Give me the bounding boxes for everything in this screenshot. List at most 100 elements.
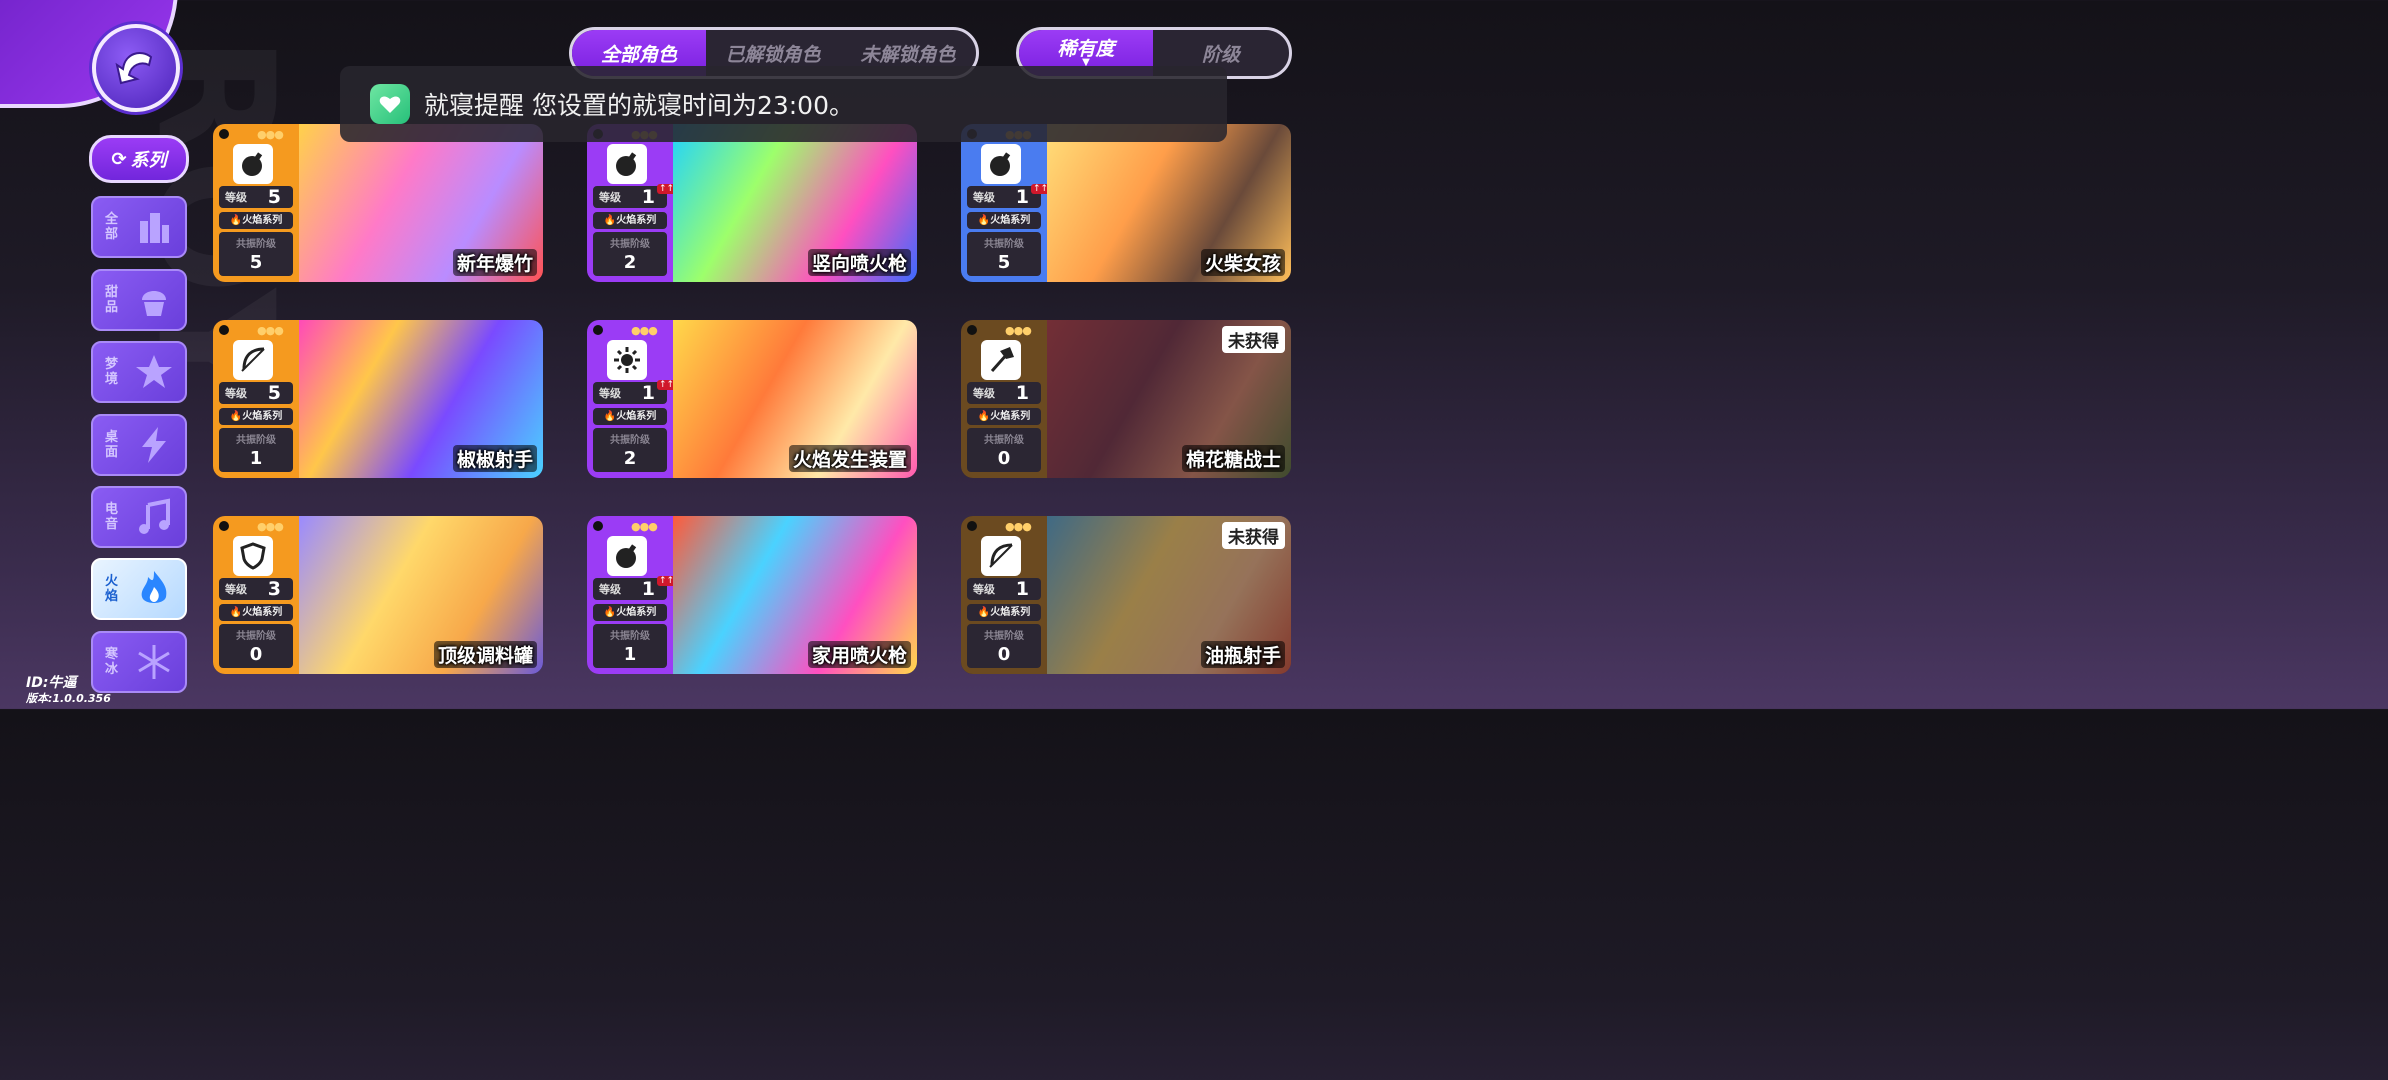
level-row: 等级 1 (967, 578, 1041, 600)
resonance-box: 共振阶级 0 (967, 428, 1041, 472)
resonance-value: 5 (249, 252, 263, 273)
bow-icon (981, 536, 1021, 576)
level-row: 等级 1 (593, 186, 667, 208)
series-label: 火焰系列 (616, 215, 657, 226)
rarity-stars-icon: ●●● (631, 520, 658, 533)
flame-icon: 🔥 (603, 215, 617, 226)
resonance-label: 共振阶级 (610, 631, 650, 642)
level-value: 1 (641, 578, 655, 600)
card-info-panel: ●●● 等级 1 🔥火焰系列 共振阶级 0 (961, 320, 1047, 478)
level-value: 1 (1015, 382, 1029, 404)
tab-rarity-label: 稀有度 (1057, 38, 1115, 60)
resonance-value: 1 (623, 644, 637, 665)
rarity-stars-icon: ●●● (257, 324, 284, 337)
card-info-panel: ●●● 等级 1 🔥火焰系列 共振阶级 0 (961, 516, 1047, 674)
sidebar-item-label: 全部 (105, 212, 119, 242)
series-tag: 🔥火焰系列 (593, 604, 667, 621)
sidebar-item-label: 桌面 (105, 430, 119, 460)
character-card[interactable]: ●●● 等级 3 🔥火焰系列 共振阶级 0 顶级调料罐 (213, 516, 543, 674)
bomb-icon (607, 144, 647, 184)
level-label: 等级 (599, 583, 621, 596)
version-text: 版本:1.0.0.356 (26, 692, 111, 705)
resonance-label: 共振阶级 (984, 631, 1024, 642)
corner-dot (967, 325, 977, 335)
flame-icon: 🔥 (229, 411, 243, 422)
character-name: 家用喷火枪 (807, 641, 911, 668)
corner-dot (593, 325, 603, 335)
resonance-box: 共振阶级 2 (593, 428, 667, 472)
back-button[interactable] (92, 24, 180, 112)
cupcake-icon (133, 279, 175, 321)
level-label: 等级 (973, 387, 995, 400)
bomb-icon (607, 536, 647, 576)
sun-icon (607, 340, 647, 380)
series-label: 火焰系列 (616, 411, 657, 422)
resonance-label: 共振阶级 (236, 239, 276, 250)
level-label: 等级 (599, 387, 621, 400)
series-label: 火焰系列 (616, 607, 657, 618)
character-name: 棉花糖战士 (1181, 445, 1285, 472)
sidebar-item-flame[interactable]: 火焰 (91, 558, 187, 620)
flame-icon (133, 568, 175, 610)
series-label: 火焰系列 (242, 411, 283, 422)
sidebar-item-star[interactable]: 梦境 (91, 341, 187, 403)
back-arrow-icon (115, 52, 153, 85)
star-icon (133, 351, 175, 393)
level-label: 等级 (599, 191, 621, 204)
level-row: 等级 1 (593, 578, 667, 600)
resonance-label: 共振阶级 (984, 239, 1024, 250)
card-info-panel: ●●● 等级 5 🔥火焰系列 共振阶级 5 (213, 124, 299, 282)
sidebar-item-label: 梦境 (105, 357, 119, 387)
refresh-icon: ⟳ (111, 148, 127, 170)
flame-icon: 🔥 (977, 607, 991, 618)
locked-badge: 未获得 (1222, 326, 1285, 353)
locked-badge: 未获得 (1222, 522, 1285, 549)
corner-dot (593, 521, 603, 531)
player-id: ID:牛逼 (26, 675, 77, 691)
snowflake-icon (133, 641, 175, 683)
series-tag: 🔥火焰系列 (593, 212, 667, 229)
character-name: 椒椒射手 (452, 445, 537, 472)
character-card[interactable]: ●●● 等级 5 🔥火焰系列 共振阶级 1 椒椒射手 (213, 320, 543, 478)
corner-dot (219, 325, 229, 335)
character-card[interactable]: ●●● 等级 1 ↑↑ 🔥火焰系列 共振阶级 1 家用喷火枪 (587, 516, 917, 674)
level-row: 等级 1 (967, 382, 1041, 404)
level-label: 等级 (225, 191, 247, 204)
character-card[interactable]: ●●● 等级 1 ↑↑ 🔥火焰系列 共振阶级 5 火柴女孩 (961, 124, 1291, 282)
bomb-icon (981, 144, 1021, 184)
sidebar-item-lightning[interactable]: 桌面 (91, 414, 187, 476)
character-card[interactable]: ●●● 等级 1 ↑↑ 🔥火焰系列 共振阶级 2 火焰发生装置 (587, 320, 917, 478)
card-info-panel: ●●● 等级 1 ↑↑ 🔥火焰系列 共振阶级 1 (587, 516, 677, 674)
bow-icon (233, 340, 273, 380)
resonance-value: 0 (249, 644, 263, 665)
sidebar-item-music-note[interactable]: 电音 (91, 486, 187, 548)
sidebar-item-label: 火焰 (105, 574, 119, 604)
character-card[interactable]: ●●● 等级 5 🔥火焰系列 共振阶级 5 新年爆竹 (213, 124, 543, 282)
resonance-box: 共振阶级 0 (219, 624, 293, 668)
character-card[interactable]: ●●● 等级 1 ↑↑ 🔥火焰系列 共振阶级 2 竖向喷火枪 (587, 124, 917, 282)
resonance-value: 0 (997, 644, 1011, 665)
resonance-label: 共振阶级 (984, 435, 1024, 446)
system-notification[interactable]: 就寝提醒 您设置的就寝时间为23:00。 (340, 66, 1227, 142)
resonance-box: 共振阶级 5 (219, 232, 293, 276)
series-tag: 🔥火焰系列 (219, 408, 293, 425)
footer-info: ID:牛逼 版本:1.0.0.356 (26, 676, 111, 706)
character-card[interactable]: ●●● 等级 1 🔥火焰系列 共振阶级 0 未获得 棉花糖战士 (961, 320, 1291, 478)
series-filter-button[interactable]: ⟳ 系列 (89, 135, 189, 183)
character-card[interactable]: ●●● 等级 1 🔥火焰系列 共振阶级 0 未获得 油瓶射手 (961, 516, 1291, 674)
app-icon (370, 84, 410, 124)
lightning-icon (133, 424, 175, 466)
sidebar-item-label: 寒冰 (105, 647, 119, 677)
sidebar-item-cupcake[interactable]: 甜品 (91, 269, 187, 331)
resonance-label: 共振阶级 (610, 435, 650, 446)
notification-text: 就寝提醒 您设置的就寝时间为23:00。 (424, 91, 854, 120)
level-value: 1 (1015, 186, 1029, 208)
resonance-label: 共振阶级 (610, 239, 650, 250)
sidebar-item-city[interactable]: 全部 (91, 196, 187, 258)
character-name: 油瓶射手 (1200, 641, 1285, 668)
series-tag: 🔥火焰系列 (593, 408, 667, 425)
level-value: 3 (267, 578, 281, 600)
level-row: 等级 5 (219, 382, 293, 404)
level-label: 等级 (973, 583, 995, 596)
series-label: 火焰系列 (990, 411, 1031, 422)
